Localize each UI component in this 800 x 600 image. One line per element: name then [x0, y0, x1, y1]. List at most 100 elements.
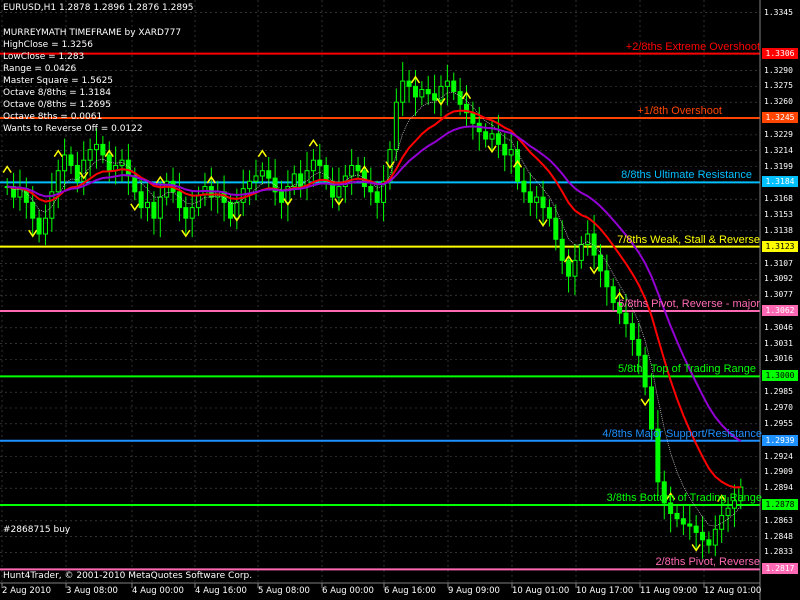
price-axis-label: 1.3016 — [764, 354, 793, 364]
candle-body — [42, 217, 48, 235]
candle-body — [668, 502, 674, 514]
candle-body — [247, 180, 253, 190]
order-label[interactable]: #2868715 buy — [3, 525, 70, 535]
candle-body — [687, 523, 693, 527]
candle-body — [444, 80, 450, 87]
candle-body — [725, 507, 731, 517]
candle-body — [259, 170, 265, 177]
candle-body — [36, 217, 42, 235]
candle-body — [578, 244, 584, 261]
candle-body — [234, 201, 240, 219]
candle-body — [291, 173, 297, 188]
candle-body — [132, 175, 138, 193]
candle-body — [106, 154, 112, 172]
price-axis-label: 1.3260 — [764, 97, 793, 107]
candle-body — [227, 201, 233, 219]
candle-body — [266, 170, 272, 179]
fractal-arrows — [2, 75, 727, 552]
candle-body — [94, 143, 99, 151]
stat-range: Range = 0.0426 — [3, 64, 77, 74]
candle-body — [566, 259, 572, 277]
copyright-text: Hunt4Trader, © 2001-2010 MetaQuotes Soft… — [3, 571, 253, 581]
time-axis-label: 3 Aug 08:00 — [66, 586, 118, 596]
fractal-arrow — [257, 149, 267, 158]
price-axis-label: 1.3077 — [764, 290, 793, 300]
candle-body — [649, 386, 654, 430]
time-axis-label: 11 Aug 09:00 — [640, 586, 698, 596]
candle-body — [700, 531, 706, 541]
price-axis-label: 1.2955 — [764, 418, 793, 428]
candle-body — [74, 164, 80, 182]
candle-body — [412, 85, 418, 98]
candle-body — [400, 80, 406, 103]
candle-body — [355, 164, 361, 172]
candle-body — [125, 159, 131, 177]
time-axis-label: 9 Aug 09:00 — [448, 586, 500, 596]
level-price-tag: 1.3123 — [762, 240, 798, 252]
candle-body — [546, 207, 552, 219]
candle-body — [253, 175, 259, 182]
symbol-info: EURUSD,H1 1.2878 1.2896 1.2876 1.2895 — [3, 3, 194, 13]
candle-body — [451, 80, 457, 93]
price-axis-label: 1.3214 — [764, 145, 793, 155]
level-price-tag: 1.2878 — [762, 499, 798, 511]
time-axis-label: 5 Aug 08:00 — [258, 586, 310, 596]
candle-body — [553, 217, 559, 240]
price-axis-label: 1.3168 — [764, 194, 793, 204]
stat-octave-8ths: Octave 8ths = 0.0061 — [3, 112, 103, 122]
level-label: 3/8ths Bottom of Trading Range — [606, 492, 762, 505]
candle-body — [393, 101, 399, 151]
level-price-tag: 1.3062 — [762, 304, 798, 316]
candle-body — [636, 338, 642, 356]
candle-body — [623, 312, 629, 325]
candle-body — [483, 131, 489, 140]
price-axis-label: 1.3046 — [764, 322, 793, 332]
candle-body — [706, 539, 712, 546]
price-axis-label: 1.2924 — [764, 451, 793, 461]
level-price-tag: 1.3000 — [762, 370, 798, 382]
level-price-tag: 1.3306 — [762, 47, 798, 59]
price-axis-label: 1.2909 — [764, 467, 793, 477]
stat-low-close: LowClose = 1.283 — [3, 52, 85, 62]
candle-body — [279, 191, 284, 203]
candle-body — [457, 91, 463, 105]
price-axis-label: 1.2985 — [764, 387, 793, 397]
candle-body — [432, 93, 438, 101]
candle-body — [68, 154, 74, 166]
price-axis-label: 1.2833 — [764, 547, 793, 557]
candle-body — [298, 173, 304, 188]
price-axis-label: 1.3092 — [764, 274, 793, 284]
level-label: 8/8ths Ultimate Resistance — [621, 169, 752, 182]
candle-body — [712, 528, 718, 546]
candle-body — [323, 164, 329, 182]
candle-body — [100, 143, 106, 156]
level-label: 5/8ths Top of Trading Range — [617, 363, 756, 376]
fractal-arrow — [130, 203, 140, 212]
candle-body — [572, 259, 578, 277]
candle-body — [310, 159, 316, 172]
candle-body — [62, 154, 68, 172]
candle-body — [674, 512, 680, 520]
candle-body — [527, 191, 533, 203]
candle-body — [196, 194, 202, 209]
price-axis-label: 1.3138 — [764, 225, 793, 235]
candle-body — [183, 207, 189, 219]
candle-body — [604, 270, 610, 288]
fractal-arrow — [308, 138, 319, 147]
candle-body — [374, 191, 380, 203]
price-axis-label: 1.2894 — [764, 483, 793, 493]
candle-body — [176, 191, 182, 209]
stat-octave-8-8: Octave 8/8ths = 1.3184 — [3, 88, 111, 98]
candle-body — [151, 201, 157, 219]
price-axis-label: 1.2863 — [764, 515, 793, 525]
candle-body — [87, 149, 93, 161]
level-price-tag: 1.2939 — [762, 434, 798, 446]
candle-body — [425, 89, 431, 95]
candle-body — [597, 254, 603, 272]
level-label: +2/8ths Extreme Overshoot — [625, 40, 760, 53]
candle-body — [534, 196, 540, 203]
candle-body — [502, 143, 508, 156]
stat-high-close: HighClose = 1.3256 — [3, 40, 93, 50]
level-label: 7/8ths Weak, Stall & Reverse — [617, 233, 760, 246]
stat-master-square: Master Square = 1.5625 — [3, 76, 114, 86]
